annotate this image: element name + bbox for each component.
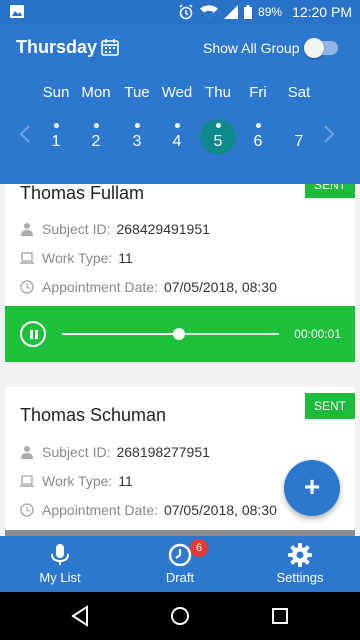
clock-icon <box>20 503 34 517</box>
home-icon[interactable] <box>168 604 192 628</box>
work-type-value: 11 <box>118 250 133 266</box>
audio-elapsed-time: 00:00:01 <box>294 327 341 341</box>
date-cell[interactable]: 1 <box>38 119 74 155</box>
status-badge: SENT <box>305 184 355 198</box>
weekday-label: Fri <box>249 84 267 101</box>
show-all-group-label: Show All Group <box>203 40 300 56</box>
weekday-label: Sun <box>42 84 70 101</box>
nav-label: Settings <box>276 570 324 585</box>
pause-button[interactable] <box>20 321 46 347</box>
audio-progress-fill <box>62 333 180 335</box>
nav-draft[interactable]: Draft <box>130 536 230 592</box>
gear-icon <box>288 543 312 567</box>
bottom-navigation: My List Draft Settings <box>0 536 360 592</box>
calendar-icon[interactable] <box>101 38 119 56</box>
appointment-date-value: 07/05/2018, 08:30 <box>163 502 277 518</box>
appointment-date-row: Appointment Date: 07/05/2018, 08:30 <box>20 277 277 297</box>
nav-settings[interactable]: Settings <box>250 536 350 592</box>
weekday-label: Tue <box>124 84 150 101</box>
calendar-header: Thursday Show All Group Sun Mon Tue Wed … <box>0 24 360 184</box>
signal-icon <box>224 5 239 19</box>
appointment-card[interactable]: SENT Thomas Fullam Subject ID: 268429491… <box>5 184 355 306</box>
status-time: 12:20 PM <box>292 4 352 20</box>
date-cell[interactable]: 7 <box>281 119 317 155</box>
work-type-row: Work Type: 11 <box>20 248 133 268</box>
date-cell[interactable]: 6 <box>240 119 276 155</box>
audio-progress-thumb[interactable] <box>173 328 186 340</box>
system-navigation-bar <box>0 592 360 640</box>
subject-id-row: Subject ID: 268429491951 <box>20 219 210 239</box>
clock-icon <box>20 280 34 294</box>
wifi-icon <box>200 5 219 18</box>
event-dot <box>94 123 99 128</box>
status-bar: 89% 12:20 PM <box>0 0 360 24</box>
weekday-label: Sat <box>287 84 311 101</box>
patient-name: Thomas Fullam <box>20 184 145 203</box>
date-cell[interactable]: 4 <box>159 119 195 155</box>
show-all-group-toggle[interactable] <box>304 38 338 58</box>
toggle-knob <box>304 38 324 58</box>
subject-id-value: 268429491951 <box>116 221 210 237</box>
person-icon <box>21 223 33 236</box>
audio-progress-track[interactable] <box>62 328 279 340</box>
person-icon <box>21 446 33 459</box>
add-button[interactable]: + <box>284 460 340 516</box>
subject-id-row: Subject ID: 268198277951 <box>20 442 210 462</box>
audio-player: 00:00:01 <box>5 306 355 362</box>
laptop-icon <box>20 475 34 487</box>
battery-icon <box>244 5 253 19</box>
date-cell-selected[interactable]: 5 <box>200 119 236 155</box>
weekday-label: Wed <box>161 84 193 101</box>
event-dot <box>216 123 221 128</box>
date-row: 1 2 3 4 5 6 7 <box>0 119 360 159</box>
weekday-row: Sun Mon Tue Wed Thu Fri Sat <box>0 84 360 104</box>
draft-count-badge: 6 <box>190 539 208 557</box>
alarm-icon <box>179 4 193 20</box>
recents-icon[interactable] <box>268 604 292 628</box>
image-notification-icon <box>10 5 24 18</box>
day-title: Thursday <box>16 37 98 57</box>
work-type-row: Work Type: 11 <box>20 471 133 491</box>
event-dot <box>135 123 140 128</box>
nav-label: My List <box>39 570 81 585</box>
weekday-label: Mon <box>81 84 111 101</box>
date-cell[interactable]: 3 <box>119 119 155 155</box>
subject-id-value: 268198277951 <box>116 444 210 460</box>
weekday-label: Thu <box>205 84 231 101</box>
appointment-date-value: 07/05/2018, 08:30 <box>163 279 277 295</box>
event-dot <box>175 123 180 128</box>
laptop-icon <box>20 252 34 264</box>
microphone-icon <box>51 544 69 565</box>
work-type-value: 11 <box>118 473 133 489</box>
back-icon[interactable] <box>68 604 92 628</box>
battery-percent: 89% <box>258 5 283 19</box>
date-cell[interactable]: 2 <box>78 119 114 155</box>
nav-my-list[interactable]: My List <box>10 536 110 592</box>
clock-icon <box>168 543 192 567</box>
event-dot <box>54 123 59 128</box>
event-dot <box>256 123 261 128</box>
patient-name: Thomas Schuman <box>20 405 167 425</box>
appointment-date-row: Appointment Date: 07/05/2018, 08:30 <box>20 500 277 520</box>
nav-label: Draft <box>165 570 195 585</box>
status-badge: SENT <box>305 393 355 419</box>
